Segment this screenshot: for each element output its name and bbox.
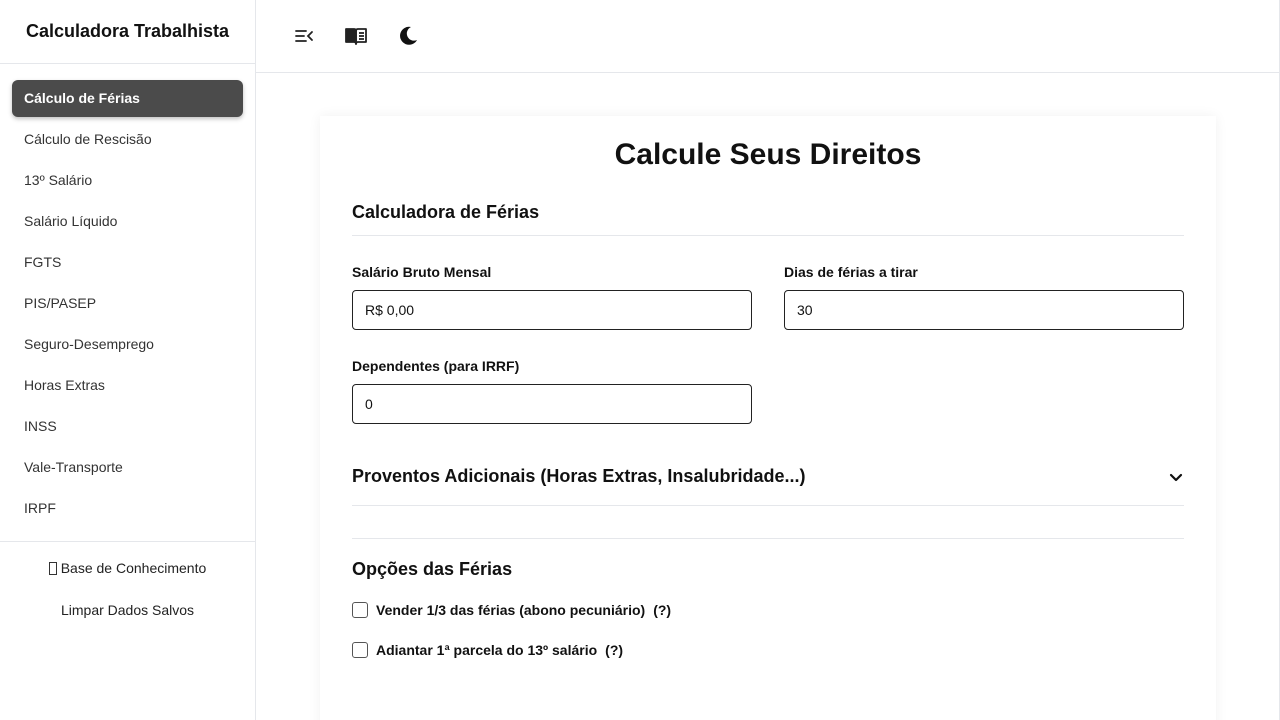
sidebar-header: Calculadora Trabalhista [0,0,255,64]
clear-data-button[interactable]: Limpar Dados Salvos [12,602,243,618]
section-divider [352,538,1184,539]
knowledge-base-link[interactable]: Base de Conhecimento [12,560,243,576]
sidebar-item-fgts[interactable]: FGTS [12,244,243,281]
knowledge-base-label: Base de Conhecimento [60,560,207,576]
sidebar-item-inss[interactable]: INSS [12,408,243,445]
sidebar-item-13-salario[interactable]: 13º Salário [12,162,243,199]
app-root: Calculadora Trabalhista Cálculo de Féria… [0,0,1280,720]
sidebar-item-seguro-desemprego[interactable]: Seguro-Desemprego [12,326,243,363]
advance-13-checkbox[interactable] [352,642,368,658]
option-row-abono: Vender 1/3 das férias (abono pecuniário)… [352,602,1184,618]
sidebar-item-salario-liquido[interactable]: Salário Líquido [12,203,243,240]
option-row-13-advance: Adiantar 1ª parcela do 13º salário (?) [352,642,1184,658]
dependents-input[interactable] [352,384,752,424]
salary-input[interactable] [352,290,752,330]
main-area: Calcule Seus Direitos Calculadora de Fér… [256,0,1280,720]
book-icon[interactable] [340,20,372,52]
dependents-field-group: Dependentes (para IRRF) [352,358,752,424]
content-area: Calcule Seus Direitos Calculadora de Fér… [256,73,1280,720]
abono-label: Vender 1/3 das férias (abono pecuniário) [376,602,646,618]
sidebar-item-rescisao[interactable]: Cálculo de Rescisão [12,121,243,158]
sidebar: Calculadora Trabalhista Cálculo de Féria… [0,0,256,720]
topbar [256,0,1280,73]
missing-glyph-icon [48,562,57,575]
salary-label: Salário Bruto Mensal [352,264,492,280]
form-grid: Salário Bruto Mensal Dias de férias a ti… [352,264,1184,424]
sidebar-nav: Cálculo de Férias Cálculo de Rescisão 13… [0,64,255,542]
moon-icon[interactable] [392,20,424,52]
app-title: Calculadora Trabalhista [25,21,230,41]
page-title: Calcule Seus Direitos [614,138,922,171]
abono-help[interactable]: (?) [653,602,671,618]
vacation-days-field-group: Dias de férias a tirar [784,264,1184,330]
sidebar-item-irpf[interactable]: IRPF [12,490,243,527]
advance-13-help[interactable]: (?) [605,642,623,658]
sidebar-item-pis-pasep[interactable]: PIS/PASEP [12,285,243,322]
sidebar-footer: Base de Conhecimento Limpar Dados Salvos [0,542,255,662]
sidebar-item-vale-transporte[interactable]: Vale-Transporte [12,449,243,486]
calculator-card: Calcule Seus Direitos Calculadora de Fér… [320,116,1216,720]
dependents-label: Dependentes (para IRRF) [352,358,520,374]
options-title: Opções das Férias [352,559,513,579]
collapse-menu-icon[interactable] [288,20,320,52]
vacation-days-input[interactable] [784,290,1184,330]
sidebar-item-horas-extras[interactable]: Horas Extras [12,367,243,404]
vacation-days-label: Dias de férias a tirar [784,264,918,280]
salary-field-group: Salário Bruto Mensal [352,264,752,330]
abono-checkbox[interactable] [352,602,368,618]
sidebar-item-ferias[interactable]: Cálculo de Férias [12,80,243,117]
section-title: Calculadora de Férias [352,202,1184,236]
advance-13-label: Adiantar 1ª parcela do 13º salário [376,642,598,658]
accordion-title: Proventos Adicionais (Horas Extras, Insa… [352,466,806,486]
additional-earnings-accordion[interactable]: Proventos Adicionais (Horas Extras, Insa… [352,466,1184,506]
chevron-down-icon [1169,473,1183,481]
